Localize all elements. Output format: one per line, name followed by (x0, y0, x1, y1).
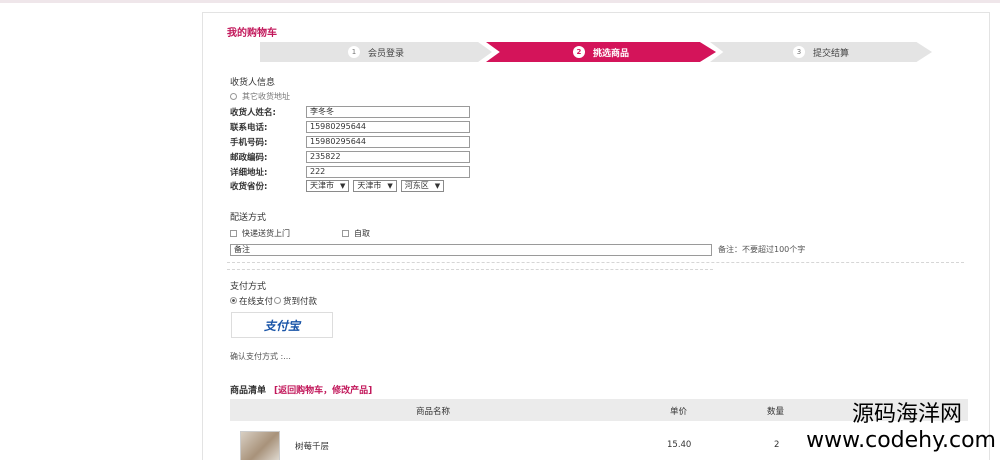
payment-options: 在线支付 货到付款 (230, 294, 317, 307)
delivery-express-checkbox[interactable] (230, 230, 237, 237)
city-select[interactable]: 天津市 ▼ (353, 179, 397, 192)
cod-label: 货到付款 (283, 296, 318, 307)
alipay-logo[interactable]: 支付宝 (231, 312, 333, 338)
address-input[interactable]: 222 (306, 165, 470, 178)
alipay-logo-text: 支付宝 (263, 318, 300, 333)
divider (227, 262, 964, 263)
zip-label: 邮政编码: (230, 152, 268, 163)
page-title: 我的购物车 (227, 28, 277, 39)
product-thumbnail[interactable] (240, 431, 280, 460)
other-address-label: 其它收货地址 (242, 92, 290, 101)
watermark: 源码海洋网 www.codehy.com (806, 402, 996, 454)
step-submit-checkout: 3 提交结算 (710, 42, 932, 62)
phone-row: 联系电话: 15980295644 (230, 120, 470, 133)
confirm-payment-text: 确认支付方式 :... (230, 352, 291, 361)
province-row: 收货省份: 天津市 ▼ 天津市 ▼ 河东区 ▼ (230, 179, 448, 192)
goods-header: 商品清单 [返回购物车，修改产品] (230, 383, 372, 396)
delivery-pickup-checkbox[interactable] (342, 230, 349, 237)
delivery-pickup-label: 自取 (354, 229, 370, 238)
step-label: 会员登录 (367, 48, 404, 59)
name-row: 收货人姓名: 李冬冬 (230, 105, 470, 118)
city-value: 天津市 (357, 181, 382, 190)
chevron-down-icon: ▼ (387, 181, 393, 190)
step-select-goods: 2 挑选商品 (486, 42, 716, 62)
mobile-input[interactable]: 15980295644 (306, 135, 470, 148)
step-label: 提交结算 (812, 48, 849, 59)
remark-input[interactable]: 备注 (230, 243, 712, 256)
payment-section-title: 支付方式 (230, 282, 267, 292)
delivery-section-title: 配送方式 (230, 213, 267, 223)
product-price: 15.40 (667, 440, 692, 450)
col-name: 商品名称 (416, 407, 451, 417)
col-qty: 数量 (767, 407, 785, 417)
province-label: 收货省份: (230, 181, 268, 192)
step-number: 1 (347, 46, 360, 58)
other-address-radio[interactable] (230, 93, 237, 100)
phone-input[interactable]: 15980295644 (306, 120, 470, 133)
address-label: 详细地址: (230, 167, 268, 178)
other-address-option[interactable]: 其它收货地址 (230, 90, 290, 103)
district-select[interactable]: 河东区 ▼ (400, 179, 445, 192)
step-member-login: 1 会员登录 (260, 42, 492, 62)
top-divider (0, 0, 1000, 3)
online-pay-radio[interactable] (230, 297, 237, 304)
remark-row: 备注 备注：不要超过100个字 (230, 243, 805, 256)
step-number: 2 (572, 46, 585, 58)
product-qty: 2 (774, 440, 780, 450)
online-pay-label: 在线支付 (239, 296, 274, 307)
chevron-down-icon: ▼ (434, 181, 441, 190)
phone-label: 联系电话: (230, 122, 268, 133)
zip-row: 邮政编码: 235822 (230, 150, 470, 163)
cod-radio[interactable] (274, 297, 282, 304)
name-input[interactable]: 李冬冬 (306, 105, 470, 118)
product-name[interactable]: 树莓千层 (295, 440, 329, 452)
province-select[interactable]: 天津市 ▼ (306, 179, 350, 192)
watermark-line2: www.codehy.com (806, 428, 996, 453)
district-value: 河东区 (404, 181, 429, 190)
watermark-line1: 源码海洋网 (851, 402, 962, 427)
remark-hint: 备注：不要超过100个字 (718, 245, 806, 254)
name-label: 收货人姓名: (230, 107, 276, 118)
delivery-options: 快递送货上门 自取 (230, 227, 370, 240)
cart-panel: 我的购物车 1 会员登录 2 挑选商品 3 提交结算 收货人信息 其它收货地址 … (202, 12, 990, 460)
checkout-steps: 1 会员登录 2 挑选商品 3 提交结算 (260, 42, 932, 62)
receiver-section-title: 收货人信息 (230, 78, 276, 88)
zip-input[interactable]: 235822 (306, 150, 470, 163)
step-number: 3 (792, 46, 805, 58)
mobile-row: 手机号码: 15980295644 (230, 135, 470, 148)
goods-section-title: 商品清单 (230, 386, 267, 396)
divider (227, 269, 713, 270)
mobile-label: 手机号码: (230, 137, 268, 148)
delivery-express-label: 快递送货上门 (242, 229, 290, 238)
address-row: 详细地址: 222 (230, 165, 470, 178)
chevron-down-icon: ▼ (340, 181, 346, 190)
col-price: 单价 (670, 407, 688, 417)
step-label: 挑选商品 (592, 48, 629, 59)
province-value: 天津市 (310, 181, 334, 190)
back-to-cart-link[interactable]: [返回购物车，修改产品] (274, 383, 372, 396)
